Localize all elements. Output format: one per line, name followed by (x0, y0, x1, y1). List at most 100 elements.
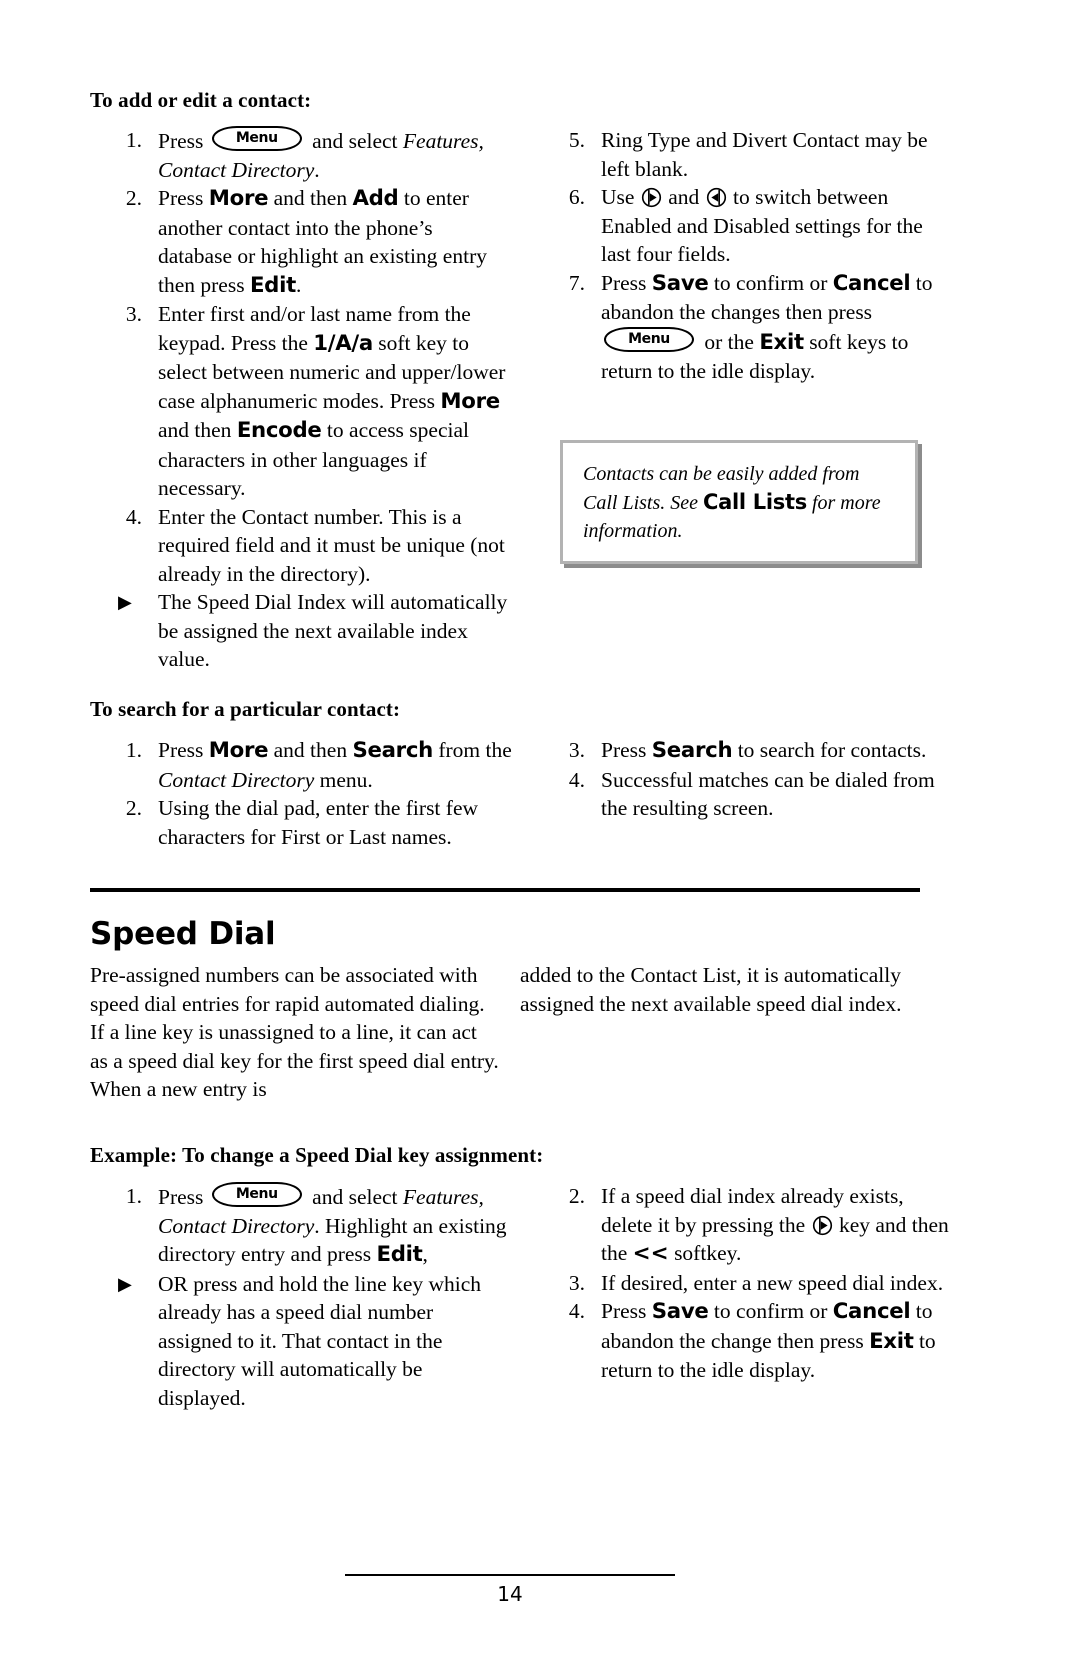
step-text: Successful matches can be dialed from th… (601, 768, 935, 821)
step-text: Press Menu and select Features, Contact … (158, 126, 484, 182)
body-text: Use (601, 185, 640, 209)
soft-key-label[interactable]: 1/A/a (313, 331, 373, 356)
step-text: Press Save to confirm or Cancel to aband… (601, 271, 932, 384)
body-text: Successful matches can be dialed from th… (601, 767, 935, 821)
step-text: Use and to switch between Enabled and Di… (601, 185, 923, 266)
numbered-step: 2. Using the dial pad, enter the first fe… (112, 794, 512, 851)
ordered-step-list: 2. If a speed dial index already exists, … (555, 1182, 955, 1385)
soft-key-label[interactable]: Search (652, 738, 733, 763)
body-text: and (662, 185, 705, 209)
soft-key-label[interactable]: Edit (250, 273, 296, 298)
speed-dial-body-right: added to the Contact List, it is automat… (520, 961, 930, 1018)
body-text: and select (306, 1185, 403, 1209)
body-text: and then (268, 738, 353, 762)
body-text: and then (158, 418, 237, 442)
triangle-bullet-item: ▶ The Speed Dial Index will automatically… (112, 588, 512, 674)
step-text: Press Search to search for contacts. (601, 738, 927, 763)
step-number: 3. (568, 738, 585, 762)
numbered-step: 4. Successful matches can be dialed from … (555, 766, 955, 823)
step-text: Press Save to confirm or Cancel to aband… (601, 1299, 936, 1382)
speed-dial-paragraph-right: added to the Contact List, it is automat… (520, 963, 902, 1016)
bulleted-note-list: ▶ OR press and hold the line key which al… (112, 1270, 512, 1413)
nav-left-key-icon[interactable] (706, 187, 727, 208)
body-text: If desired, enter a new speed dial index… (601, 1270, 944, 1295)
soft-key-label[interactable]: Exit (759, 330, 804, 355)
soft-key-label[interactable]: << (633, 1241, 669, 1266)
step-number: 6. (568, 185, 585, 209)
search-steps-right: 3. Press Search to search for contacts. 4.… (555, 736, 955, 823)
body-text: and select (306, 129, 403, 153)
step-number: 4. (568, 1299, 585, 1323)
soft-key-label[interactable]: Encode (237, 418, 322, 443)
menu-key-label: Menu (235, 1186, 278, 1202)
bullet-text: The Speed Dial Index will automatically … (158, 590, 507, 671)
body-text: , (422, 1242, 428, 1266)
menu-hard-key-icon[interactable]: Menu (211, 1182, 304, 1209)
menu-hard-key-icon[interactable]: Menu (604, 326, 696, 354)
step-number: 1. (125, 1184, 142, 1208)
footer-rule (345, 1574, 675, 1576)
step-number: 4. (568, 767, 585, 792)
search-steps-left: 1. Press More and then Search from the Co… (112, 736, 512, 851)
body-text: OR press and hold the line key which alr… (158, 1271, 482, 1410)
speed-dial-steps-right: 2. If a speed dial index already exists, … (555, 1182, 955, 1385)
menu-key-label: Menu (235, 130, 278, 146)
step-number: 5. (568, 128, 585, 152)
soft-key-label[interactable]: Cancel (833, 1299, 911, 1324)
numbered-step: 7. Press Save to confirm or Cancel to aba… (555, 269, 955, 386)
soft-key-label[interactable]: Save (652, 1299, 709, 1324)
body-text: to search for contacts. (732, 738, 927, 762)
numbered-step: 3. If desired, enter a new speed dial ind… (555, 1269, 955, 1298)
body-text: Press (601, 738, 652, 762)
ordered-step-list: 1. Press More and then Search from the Co… (112, 736, 512, 851)
step-text: If desired, enter a new speed dial index… (601, 1271, 943, 1295)
body-text: Press (158, 738, 209, 762)
speed-dial-body-left: Pre-assigned numbers can be associated w… (90, 961, 500, 1104)
numbered-step: 3. Press Search to search for contacts. (555, 736, 955, 766)
section-heading-search-contact: To search for a particular contact: (90, 697, 401, 721)
soft-key-label[interactable]: Cancel (833, 271, 911, 296)
step-number: 2. (125, 186, 142, 210)
body-text: or the (699, 329, 760, 354)
menu-key-label: Menu (628, 330, 670, 347)
body-text: Press (158, 1185, 209, 1209)
nav-right-key-icon[interactable] (812, 1215, 833, 1236)
section-heading-add-edit-contact: To add or edit a contact: (90, 88, 312, 112)
soft-key-label[interactable]: Save (652, 271, 709, 296)
step-text: Using the dial pad, enter the first few … (158, 796, 478, 849)
soft-key-label[interactable]: Search (352, 738, 433, 763)
menu-hard-key-icon[interactable]: Menu (211, 126, 304, 153)
body-text: menu. (314, 767, 373, 792)
tip-callout-box: Contacts can be easily added from Call L… (560, 440, 918, 564)
example-heading-speed-dial-key: Example: To change a Speed Dial key assi… (90, 1143, 544, 1167)
nav-right-key-icon[interactable] (641, 187, 662, 208)
numbered-step: 1. Press Menu and select Features, Contac… (112, 126, 512, 184)
step-number: 4. (125, 504, 142, 529)
step-number: 1. (125, 128, 142, 152)
step-text: Press Menu and select Features, Contact … (158, 1182, 507, 1267)
soft-key-label[interactable]: More (209, 186, 269, 211)
step-number: 2. (568, 1184, 585, 1208)
soft-key-label[interactable]: More (440, 389, 500, 414)
soft-key-label[interactable]: Add (352, 186, 398, 211)
ordered-step-list: 1. Press Menu and select Features, Contac… (112, 126, 512, 588)
body-text: Press (601, 1299, 652, 1323)
body-text: and then (268, 186, 353, 210)
soft-key-label[interactable]: Edit (377, 1242, 423, 1267)
chapter-heading-speed-dial: Speed Dial (90, 916, 276, 952)
add-edit-steps-left: 1. Press Menu and select Features, Contac… (112, 126, 512, 674)
body-text: to confirm or (708, 1299, 833, 1323)
body-text: Press (158, 129, 209, 153)
body-text: Using the dial pad, enter the first few … (158, 796, 479, 849)
speed-dial-paragraph-left: Pre-assigned numbers can be associated w… (90, 963, 499, 1101)
numbered-step: 1. Press Menu and select Features, Contac… (112, 1182, 512, 1270)
ordered-step-list: 3. Press Search to search for contacts. 4.… (555, 736, 955, 823)
step-number: 1. (125, 738, 142, 762)
step-number: 2. (125, 796, 142, 820)
body-text: Enter the Contact number. This is a requ… (158, 504, 505, 586)
step-text: Enter first and/or last name from the ke… (158, 302, 505, 500)
soft-key-label[interactable]: Exit (869, 1329, 914, 1354)
speed-dial-steps-left: 1. Press Menu and select Features, Contac… (112, 1182, 512, 1412)
numbered-step: 4. Enter the Contact number. This is a re… (112, 503, 512, 589)
soft-key-label[interactable]: More (209, 738, 269, 763)
